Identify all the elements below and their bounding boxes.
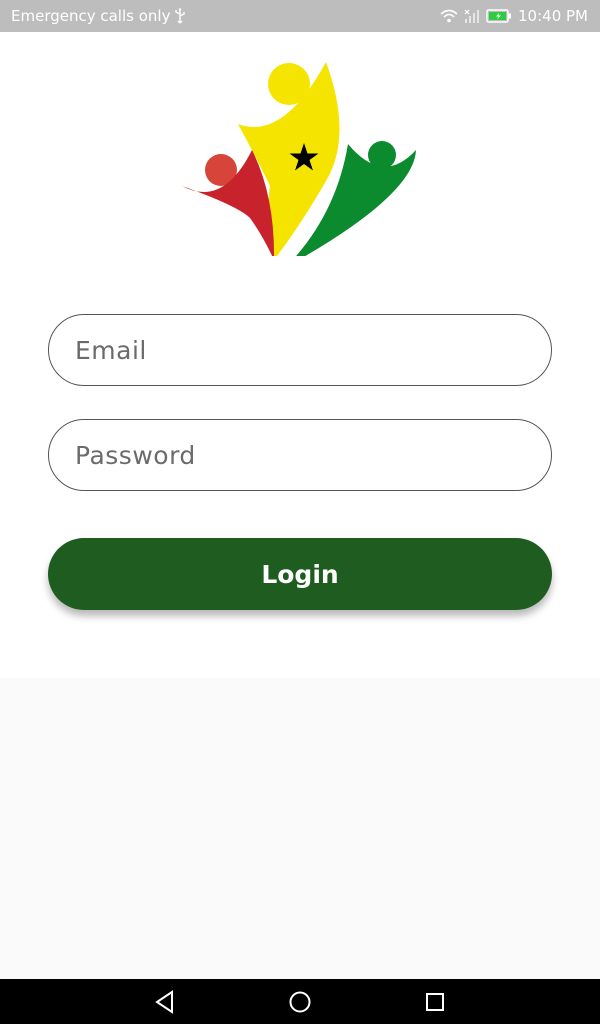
login-screen: Login bbox=[0, 32, 600, 678]
usb-icon bbox=[174, 8, 186, 24]
people-star-logo bbox=[182, 62, 416, 267]
login-button[interactable]: Login bbox=[48, 538, 552, 610]
wifi-icon bbox=[440, 9, 458, 23]
signal-icon bbox=[464, 9, 480, 23]
status-bar: Emergency calls only 10:40 PM bbox=[0, 0, 600, 32]
navigation-bar bbox=[0, 979, 600, 1024]
carrier-text: Emergency calls only bbox=[11, 7, 171, 25]
status-left: Emergency calls only bbox=[11, 7, 186, 25]
status-right: 10:40 PM bbox=[440, 7, 588, 25]
recent-apps-icon[interactable] bbox=[420, 987, 450, 1017]
home-icon[interactable] bbox=[285, 987, 315, 1017]
email-input[interactable] bbox=[49, 315, 551, 385]
app-logo bbox=[178, 46, 422, 267]
email-field[interactable] bbox=[48, 314, 552, 386]
password-input[interactable] bbox=[49, 420, 551, 490]
back-icon[interactable] bbox=[150, 987, 180, 1017]
battery-charging-icon bbox=[486, 9, 512, 23]
status-time: 10:40 PM bbox=[518, 7, 588, 25]
password-field[interactable] bbox=[48, 419, 552, 491]
